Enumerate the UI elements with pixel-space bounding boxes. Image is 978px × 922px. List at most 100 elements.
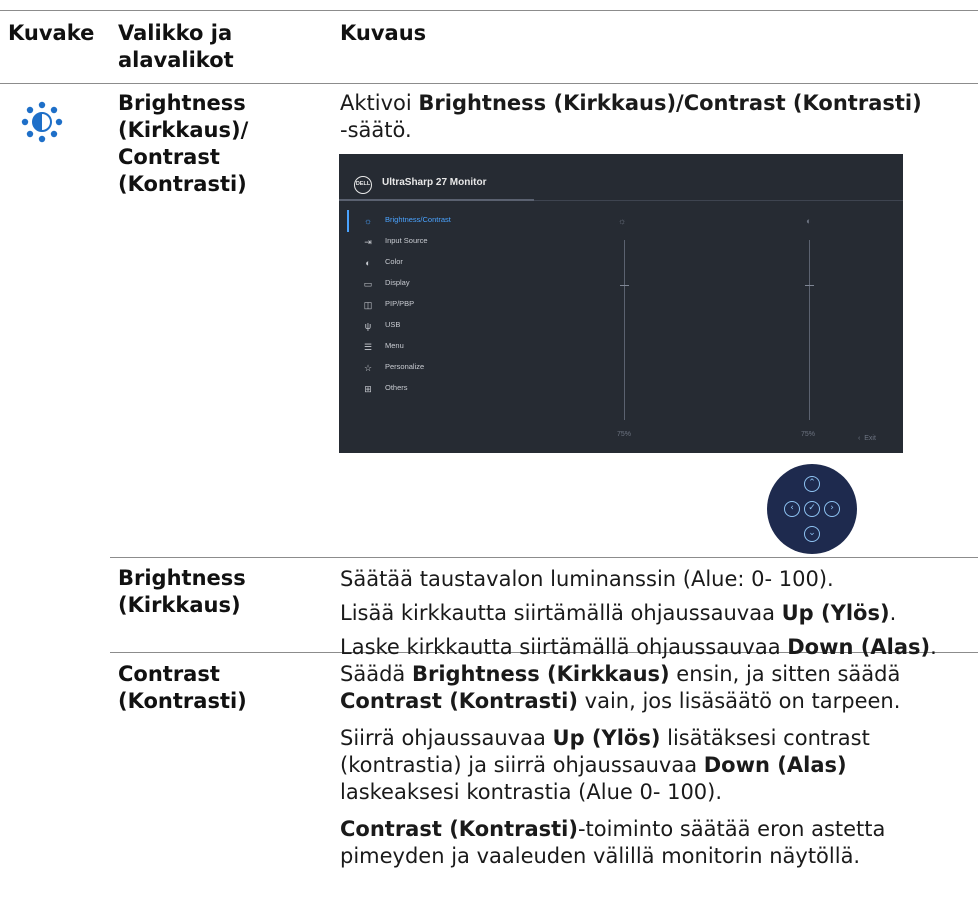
contrast-slider-thumb[interactable] [805, 285, 814, 286]
row2-label: Brightness (Kirkkaus) [118, 565, 246, 619]
osd-menu-item-brightness-contrast[interactable]: ☼ Brightness/Contrast [347, 212, 547, 232]
row3-label-line: Contrast [118, 662, 220, 686]
row3-p3-text: -toiminto säätää eron astetta [577, 817, 886, 841]
header-icon-col: Kuvake [8, 21, 95, 45]
row3-description: Säädä Brightness (Kirkkaus) ensin, ja si… [340, 661, 975, 870]
osd-menu-item-input-source[interactable]: ⇥ Input Source [347, 233, 547, 253]
joystick-check-icon: ✓ [804, 501, 820, 517]
star-icon: ☆ [363, 363, 373, 373]
osd-menu-label: Personalize [385, 362, 425, 371]
joystick-right-icon: › [824, 501, 840, 517]
row2-p1: Säätää taustavalon luminanssin (Alue: 0-… [340, 567, 834, 591]
osd-menu-label: Display [385, 278, 410, 287]
row2-p2-text: Lisää kirkkautta siirtämällä ohjaussauva… [340, 601, 782, 625]
row1-desc-suffix: -säätö. [340, 118, 412, 142]
input-icon: ⇥ [364, 237, 372, 247]
row3-p2-text: lisätäksesi contrast [660, 726, 870, 750]
row3-p1-text: ensin, ja sitten säädä [669, 662, 901, 686]
row2-p2: Lisää kirkkautta siirtämällä ohjaussauva… [340, 600, 975, 627]
osd-menu-item-usb[interactable]: ψ USB [347, 317, 547, 337]
joystick-up-icon: ⌃ [804, 476, 820, 492]
row1-label-line: (Kirkkaus)/ [118, 118, 249, 142]
row2-p3-text: Laske kirkkautta siirtämällä ohjaussauva… [340, 635, 788, 659]
osd-title: UltraSharp 27 Monitor [382, 177, 487, 188]
row3-p2-bold: Down (Alas) [703, 753, 847, 777]
row3-p3: Contrast (Kontrasti)-toiminto säätää ero… [340, 816, 975, 870]
osd-menu-item-personalize[interactable]: ☆ Personalize [347, 359, 547, 379]
row3-p1: Säädä Brightness (Kirkkaus) ensin, ja si… [340, 661, 975, 715]
table-top-rule [0, 10, 978, 11]
menu-icon: ☰ [363, 342, 373, 352]
contrast-slider[interactable] [809, 240, 810, 420]
row3-p2: Siirrä ohjaussauvaa Up (Ylös) lisätäkses… [340, 725, 975, 806]
row3-label-line: (Kontrasti) [118, 689, 247, 713]
row3-p2-text: Siirrä ohjaussauvaa [340, 726, 553, 750]
chevron-left-icon: ‹ [858, 435, 861, 442]
contrast-value: 75% [801, 431, 816, 438]
osd-menu-item-menu[interactable]: ☰ Menu [347, 338, 547, 358]
osd-menu-label: Others [385, 383, 408, 392]
usb-icon: ψ [364, 321, 372, 331]
joystick-left-icon: ‹ [784, 501, 800, 517]
row2-p2-bold: Up (Ylös) [781, 601, 890, 625]
row3-p3-bold: Contrast (Kontrasti) [340, 817, 578, 841]
brightness-slider[interactable] [624, 240, 625, 420]
row1-desc-prefix: Aktivoi [340, 91, 419, 115]
row1-desc-bold: Brightness (Kirkkaus)/Contrast (Kontrast… [418, 91, 922, 115]
row-divider-1 [110, 557, 978, 558]
osd-menu-item-others[interactable]: ⊞ Others [347, 380, 547, 400]
contrast-slider-icon: ◐ [806, 216, 812, 226]
sun-icon: ☼ [363, 216, 373, 226]
row1-label-line: Contrast [118, 145, 220, 169]
exit-button[interactable]: ‹ Exit [858, 435, 876, 442]
brightness-slider-thumb[interactable] [620, 285, 629, 286]
exit-label: Exit [864, 435, 876, 442]
header-desc-col: Kuvaus [340, 21, 427, 45]
osd-menu-label: Input Source [385, 236, 428, 245]
header-menu-col-line2: alavalikot [118, 48, 234, 72]
osd-menu-label: PIP/PBP [385, 299, 415, 308]
row3-p1-text: Säädä [340, 662, 412, 686]
row3-p2-text: laskeaksesi kontrastia (Alue 0- 100). [340, 780, 723, 804]
row3-p2-text: (kontrastia) ja siirrä ohjaussauvaa [340, 753, 704, 777]
display-icon: ▭ [363, 279, 373, 289]
row2-p3-bold: Down (Alas) [787, 635, 931, 659]
row3-p1-bold: Brightness (Kirkkaus) [411, 662, 670, 686]
row3-p2-bold: Up (Ylös) [552, 726, 661, 750]
osd-title-underline [339, 199, 534, 201]
row1-label-line: (Kontrasti) [118, 172, 247, 196]
row3-p3-text: pimeyden ja vaaleuden välillä monitorin … [340, 844, 861, 868]
dell-logo: DELL [354, 176, 372, 194]
joystick-down-icon: ⌄ [804, 526, 820, 542]
palette-icon: ◐ [365, 258, 371, 268]
brightness-icon [21, 101, 63, 143]
osd-menu-label: Menu [385, 341, 404, 350]
row1-description: Aktivoi Brightness (Kirkkaus)/Contrast (… [340, 90, 970, 144]
row1-label-line: Brightness [118, 91, 246, 115]
osd-menu-label: Brightness/Contrast [385, 215, 451, 224]
row2-p3-suffix: . [930, 635, 937, 659]
osd-screenshot: DELL UltraSharp 27 Monitor ☼ Brightness/… [339, 154, 903, 453]
header-menu-col-line1: Valikko ja [118, 21, 233, 45]
row2-label-line: Brightness [118, 566, 246, 590]
row1-label: Brightness (Kirkkaus)/ Contrast (Kontras… [118, 90, 248, 198]
pip-icon: ◫ [363, 300, 373, 310]
header-rule [0, 83, 978, 84]
osd-menu-item-display[interactable]: ▭ Display [347, 275, 547, 295]
row2-p2-suffix: . [889, 601, 897, 625]
osd-menu-label: Color [385, 257, 403, 266]
header-menu-col: Valikko ja alavalikot [118, 20, 234, 74]
osd-menu-item-pip-pbp[interactable]: ◫ PIP/PBP [347, 296, 547, 316]
row3-p1-text: vain, jos lisäsäätö on tarpeen. [577, 689, 901, 713]
row3-label: Contrast (Kontrasti) [118, 661, 247, 715]
row3-p1-bold: Contrast (Kontrasti) [340, 689, 578, 713]
row2-p3: Laske kirkkautta siirtämällä ohjaussauva… [340, 634, 975, 661]
brightness-value: 75% [617, 431, 632, 438]
brightness-slider-sun-icon: ☼ [618, 216, 627, 226]
row2-description: Säätää taustavalon luminanssin (Alue: 0-… [340, 566, 975, 661]
row2-label-line: (Kirkkaus) [118, 593, 241, 617]
osd-menu-item-color[interactable]: ◐ Color [347, 254, 547, 274]
others-icon: ⊞ [364, 384, 372, 394]
osd-menu-label: USB [385, 320, 401, 329]
joystick-illustration: ⌃ ‹ ✓ › ⌄ [767, 464, 857, 554]
